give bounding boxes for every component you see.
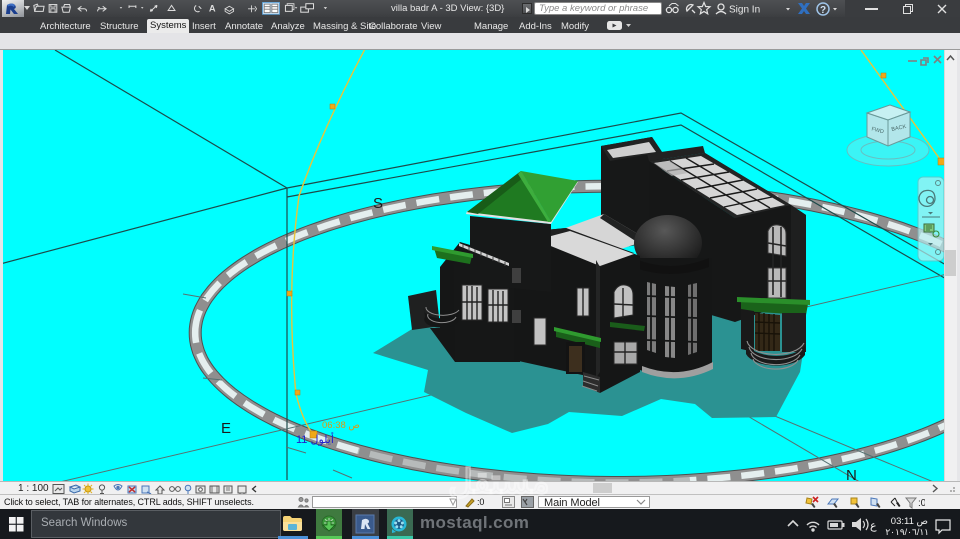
svg-text::0: :0 xyxy=(918,498,925,509)
svg-text:S: S xyxy=(373,195,383,212)
svg-text:Sign In: Sign In xyxy=(729,5,760,16)
svg-text:11 أيلول: 11 أيلول xyxy=(296,432,334,446)
svg-text:06:38 ص: 06:38 ص xyxy=(322,420,360,431)
svg-text:?: ? xyxy=(820,5,826,16)
svg-text:A: A xyxy=(209,3,216,13)
svg-text:03:11 ص: 03:11 ص xyxy=(891,516,929,527)
svg-text:ع: ع xyxy=(870,520,877,532)
svg-text:E: E xyxy=(221,420,231,437)
svg-text:N: N xyxy=(846,467,857,481)
svg-text:٢٠١٩/٠٦/١١: ٢٠١٩/٠٦/١١ xyxy=(885,527,929,537)
